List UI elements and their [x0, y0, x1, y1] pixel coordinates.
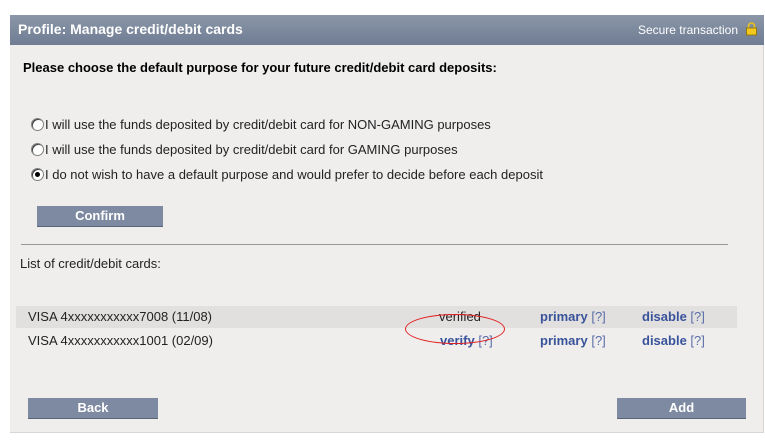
primary-link[interactable]: primary [540, 333, 588, 348]
card-status: verified [439, 309, 481, 324]
option-non-gaming-label: I will use the funds deposited by credit… [45, 116, 491, 132]
card-name: VISA 4xxxxxxxxxxx7008 (11/08) [28, 309, 213, 324]
verify-link[interactable]: verify [440, 333, 475, 348]
verify-help-link[interactable]: [?] [478, 333, 492, 348]
purpose-question: Please choose the default purpose for yo… [23, 60, 497, 75]
radio-no-default[interactable] [31, 167, 44, 181]
section-divider [21, 244, 728, 245]
confirm-button[interactable]: Confirm [37, 206, 163, 227]
secure-transaction-label: Secure transaction [637, 23, 738, 37]
title-bar: Profile: Manage credit/debit cards Secur… [10, 15, 764, 45]
option-non-gaming[interactable]: I will use the funds deposited by credit… [31, 115, 491, 133]
card-row: VISA 4xxxxxxxxxxx1001 (02/09) verify [?]… [16, 330, 737, 352]
lock-icon [746, 22, 757, 36]
card-list-label: List of credit/debit cards: [20, 256, 161, 271]
disable-help-link[interactable]: [?] [690, 333, 704, 348]
option-gaming[interactable]: I will use the funds deposited by credit… [31, 140, 458, 158]
option-no-default-label: I do not wish to have a default purpose … [45, 166, 543, 182]
card-row: VISA 4xxxxxxxxxxx7008 (11/08) verified p… [16, 306, 737, 328]
radio-non-gaming[interactable] [31, 117, 44, 131]
primary-link[interactable]: primary [540, 309, 588, 324]
primary-help-link[interactable]: [?] [591, 333, 605, 348]
disable-link[interactable]: disable [642, 309, 687, 324]
option-no-default[interactable]: I do not wish to have a default purpose … [31, 165, 543, 183]
page-title: Profile: Manage credit/debit cards [18, 21, 243, 37]
radio-gaming[interactable] [31, 142, 44, 156]
primary-help-link[interactable]: [?] [591, 309, 605, 324]
option-gaming-label: I will use the funds deposited by credit… [45, 141, 458, 157]
back-button[interactable]: Back [28, 398, 158, 419]
add-button[interactable]: Add [617, 398, 746, 419]
card-name: VISA 4xxxxxxxxxxx1001 (02/09) [28, 333, 213, 348]
disable-help-link[interactable]: [?] [690, 309, 704, 324]
disable-link[interactable]: disable [642, 333, 687, 348]
